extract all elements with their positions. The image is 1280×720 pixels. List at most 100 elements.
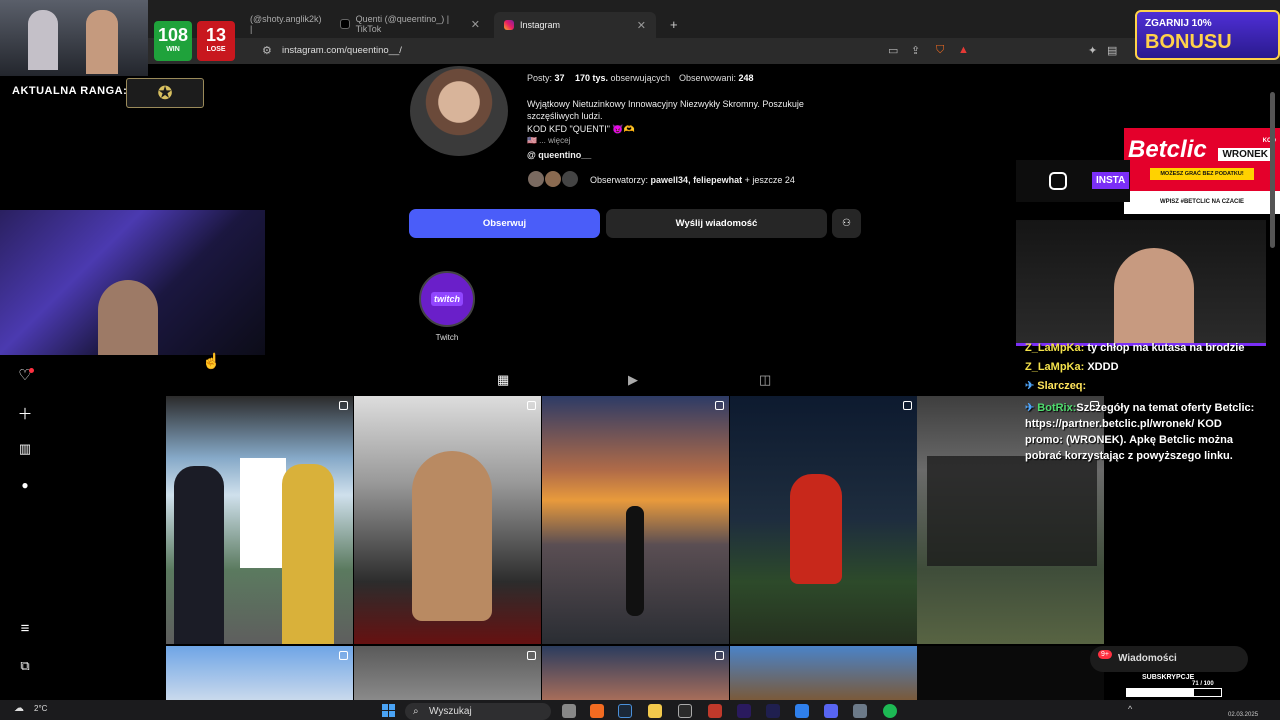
tagged-tab[interactable]: ◫ bbox=[759, 372, 771, 388]
subs-progress-fill bbox=[1127, 689, 1194, 696]
chat-message: Z_LaMpKa: ty chłop ma kutasa na brodzie bbox=[1025, 342, 1245, 354]
cam-person bbox=[98, 280, 158, 355]
bio-line: Wyjątkowy Nietuzinkowy Innowacyjny Niezw… bbox=[527, 99, 804, 109]
following-count[interactable]: Obserwowani: 248 bbox=[679, 73, 754, 83]
cast-icon[interactable]: ▭ bbox=[888, 44, 898, 57]
brave-rewards-icon[interactable]: ▲ bbox=[958, 44, 969, 56]
page-scrollbar[interactable] bbox=[1270, 92, 1275, 248]
post-thumbnail[interactable] bbox=[917, 646, 1104, 700]
windows-taskbar: ☁ 2°C ⌕ Wyszukaj ^ 02.03.2025 bbox=[0, 700, 1280, 720]
taskbar-search[interactable]: ⌕ Wyszukaj bbox=[405, 703, 551, 720]
app-icon[interactable] bbox=[678, 704, 692, 718]
add-user-icon: ⚇ bbox=[842, 218, 851, 229]
threads-icon: @ bbox=[527, 150, 536, 160]
after-effects-icon[interactable] bbox=[766, 704, 780, 718]
highlight-badge: twitch bbox=[431, 292, 463, 306]
tab-shoty[interactable]: (@shoty.anglik2k) | bbox=[240, 14, 322, 34]
unread-badge: 9+ bbox=[1098, 650, 1112, 659]
notification-dot bbox=[29, 368, 34, 373]
new-tab-button[interactable]: + bbox=[660, 14, 688, 34]
threads-link[interactable]: @ queentino__ bbox=[527, 150, 591, 160]
post-figure bbox=[282, 464, 334, 644]
sidebar-icon[interactable]: ▤ bbox=[1107, 44, 1117, 57]
tab-label: Quenti (@queentino_) | TikTok bbox=[355, 14, 450, 34]
url-field[interactable]: instagram.com/queentino__/ bbox=[282, 45, 402, 56]
messages-label: Wiadomości bbox=[1118, 653, 1177, 664]
tab-label: (@shoty.anglik2k) | bbox=[250, 14, 322, 34]
subscription-goal: SUBSKRYPCJE 71 / 100 bbox=[1126, 672, 1222, 700]
messages-bar[interactable]: 9+ Wiadomości bbox=[1090, 646, 1248, 672]
close-icon[interactable]: ✕ bbox=[471, 18, 480, 31]
discord-icon[interactable] bbox=[824, 704, 838, 718]
brave-shield-icon[interactable]: ⛉ bbox=[936, 44, 944, 57]
brave-icon[interactable] bbox=[590, 704, 604, 718]
bio-line: KOD KFD "QUENTI" 😈🫶 bbox=[527, 124, 635, 134]
cam-person bbox=[28, 10, 58, 70]
cam-person bbox=[1114, 248, 1194, 346]
post-thumbnail[interactable] bbox=[166, 646, 353, 700]
post-thumbnail[interactable] bbox=[542, 646, 729, 700]
followed-by-text[interactable]: Obserwatorzy: pawell34, feliepewhat + je… bbox=[590, 175, 795, 185]
app-icon[interactable] bbox=[708, 704, 722, 718]
weather-icon[interactable]: ☁ bbox=[14, 703, 24, 714]
post-thumbnail[interactable] bbox=[730, 396, 917, 644]
photos-icon[interactable] bbox=[795, 704, 809, 718]
search-icon: ⌕ bbox=[413, 706, 419, 717]
menu-icon[interactable]: ≡ bbox=[16, 620, 34, 638]
tab-tiktok[interactable]: Quenti (@queentino_) | TikTok ✕ bbox=[330, 14, 490, 34]
settings-icon[interactable] bbox=[853, 704, 867, 718]
file-explorer-icon[interactable] bbox=[648, 704, 662, 718]
message-button[interactable]: Wyślij wiadomość bbox=[606, 209, 827, 238]
carousel-icon bbox=[715, 651, 724, 660]
wins-counter: 108 WIN bbox=[154, 21, 192, 61]
suggested-users-button[interactable]: ⚇ bbox=[832, 209, 861, 238]
steam-icon[interactable] bbox=[618, 704, 632, 718]
premiere-pro-icon[interactable] bbox=[737, 704, 751, 718]
carousel-icon bbox=[339, 651, 348, 660]
clock-date[interactable]: 02.03.2025 bbox=[1228, 712, 1258, 718]
profile-avatar[interactable] bbox=[410, 66, 508, 156]
carousel-icon bbox=[339, 401, 348, 410]
task-view-icon[interactable] bbox=[562, 704, 576, 718]
badge-icon: ✈ bbox=[1025, 402, 1035, 414]
post-thumbnail[interactable] bbox=[730, 646, 917, 700]
chat-message: Z_LaMpKa: XDDD bbox=[1025, 361, 1119, 373]
extensions-icon[interactable]: ✦ bbox=[1088, 44, 1097, 57]
also-from-meta-icon[interactable]: ⧉ bbox=[16, 658, 34, 676]
posts-grid-tab[interactable]: ▦ bbox=[497, 372, 509, 388]
subs-progress-bar bbox=[1126, 688, 1222, 697]
close-icon[interactable]: ✕ bbox=[637, 19, 646, 32]
weather-temp[interactable]: 2°C bbox=[34, 704, 47, 713]
follower-avatar bbox=[544, 170, 562, 188]
followers-count[interactable]: 170 tys. obserwujących bbox=[575, 73, 670, 83]
tray-chevron-icon[interactable]: ^ bbox=[1128, 704, 1132, 714]
profile-icon[interactable]: ● bbox=[16, 478, 34, 496]
dashboard-icon[interactable]: ▥ bbox=[16, 441, 34, 459]
tab-label: Instagram bbox=[520, 20, 561, 30]
spotify-icon[interactable] bbox=[883, 704, 897, 718]
post-thumbnail[interactable] bbox=[354, 396, 541, 644]
post-thumbnail[interactable] bbox=[354, 646, 541, 700]
webcam-top-left bbox=[0, 0, 148, 76]
site-settings-icon[interactable]: ⚙ bbox=[262, 44, 272, 57]
bio-line: szczęśliwych ludzi. bbox=[527, 111, 603, 121]
post-thumbnail[interactable] bbox=[166, 396, 353, 644]
chat-message: ✈ Slarczeq: bbox=[1025, 380, 1087, 392]
webcam-room bbox=[0, 210, 265, 355]
follow-button[interactable]: Obserwuj bbox=[409, 209, 600, 238]
tiktok-icon bbox=[340, 19, 350, 29]
rank-eagle-icon: ✪ bbox=[126, 78, 204, 108]
tab-instagram[interactable]: Instagram ✕ bbox=[494, 12, 656, 38]
reels-tab[interactable]: ▶ bbox=[628, 372, 638, 388]
start-button[interactable] bbox=[382, 704, 396, 718]
betclic-sponsor-banner: Betclic KOD WRONEK MOŻESZ GRAĆ BEZ PODAT… bbox=[1124, 128, 1280, 214]
follower-avatar bbox=[527, 170, 545, 188]
bio-more-link[interactable]: 🇺🇸 ... więcej bbox=[527, 136, 570, 145]
story-highlight[interactable]: twitch bbox=[419, 271, 475, 327]
share-icon[interactable]: ⇪ bbox=[911, 44, 920, 57]
carousel-icon bbox=[903, 401, 912, 410]
post-figure bbox=[174, 466, 224, 644]
create-icon[interactable]: ＋ bbox=[16, 403, 34, 423]
instagram-icon bbox=[504, 20, 514, 30]
post-thumbnail[interactable] bbox=[542, 396, 729, 644]
